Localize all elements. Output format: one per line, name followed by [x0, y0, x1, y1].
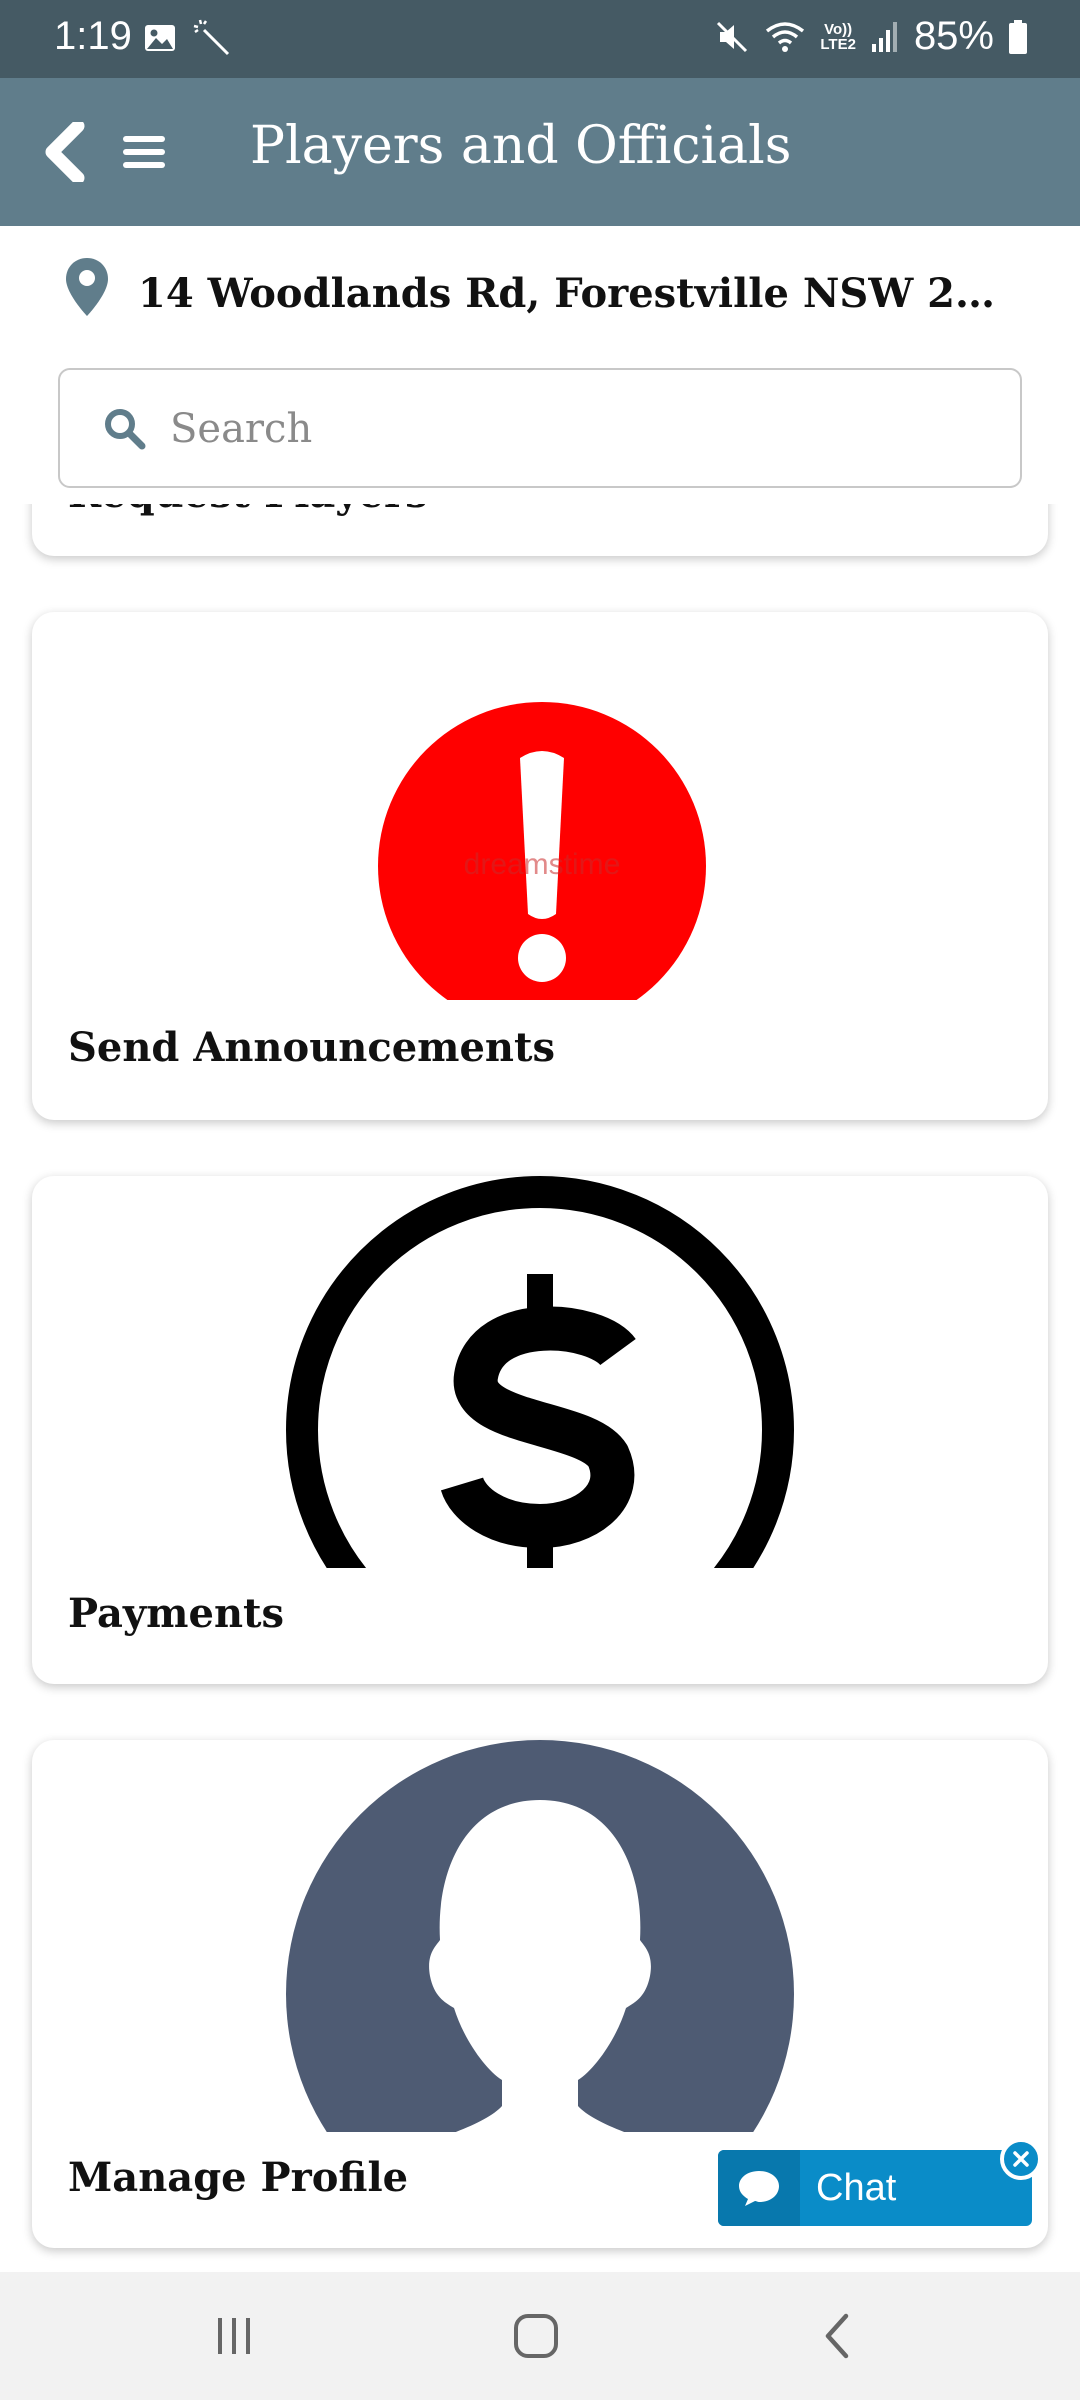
home-button[interactable] — [496, 2306, 576, 2366]
volte-label: Vo)) — [824, 20, 853, 38]
card-label: Payments — [68, 1590, 285, 1637]
status-right-icons: Vo)) LTE2 85% — [714, 14, 1028, 59]
card-request-players[interactable]: Request Players — [32, 504, 1048, 556]
volte-lte2-icon: Vo)) LTE2 — [820, 22, 856, 52]
watermark-text: dreamstime — [464, 848, 621, 881]
chat-bubble-icon — [718, 2150, 800, 2226]
magic-wand-icon — [192, 18, 232, 58]
hamburger-menu-icon — [123, 136, 165, 168]
mute-icon — [714, 19, 750, 55]
location-row[interactable]: 14 Woodlands Rd, Forestville NSW 2087, A… — [0, 226, 1080, 346]
card-list[interactable]: Request Players dreamstime Send Announce… — [0, 504, 1080, 2272]
card-image-announcements: dreamstime — [372, 696, 712, 1000]
system-nav-bar — [0, 2272, 1080, 2400]
gallery-icon — [142, 18, 178, 58]
close-icon — [1013, 2151, 1029, 2167]
card-image-payments — [286, 1176, 794, 1568]
page-title: Players and Officials — [250, 116, 792, 176]
map-pin-icon — [64, 256, 110, 322]
chat-button[interactable]: Chat — [718, 2150, 1032, 2226]
app-bar: Players and Officials — [0, 78, 1080, 226]
recent-apps-icon — [218, 2318, 250, 2354]
card-image-profile — [286, 1740, 794, 2132]
home-icon — [514, 2314, 558, 2358]
search-icon — [102, 406, 146, 454]
chat-label: Chat — [816, 2166, 897, 2209]
chat-close-button[interactable] — [1000, 2138, 1042, 2180]
back-button[interactable] — [36, 120, 96, 184]
search-box[interactable] — [58, 368, 1022, 488]
location-address: 14 Woodlands Rd, Forestville NSW 2087, A… — [138, 270, 1018, 317]
chevron-left-icon — [45, 122, 85, 182]
card-label: Request Players — [68, 504, 428, 517]
dollar-circle-icon — [286, 1176, 794, 1568]
back-icon — [825, 2313, 849, 2359]
wifi-icon — [764, 19, 806, 55]
recent-apps-button[interactable] — [194, 2306, 274, 2366]
card-send-announcements[interactable]: dreamstime Send Announcements — [32, 612, 1048, 1120]
card-label: Manage Profile — [68, 2154, 409, 2201]
exclamation-alert-icon: dreamstime — [376, 700, 708, 1000]
status-left-icons — [142, 18, 232, 58]
battery-percent: 85% — [913, 14, 994, 58]
status-time: 1:19 — [54, 14, 132, 58]
card-payments[interactable]: Payments — [32, 1176, 1048, 1684]
battery-icon — [1008, 19, 1028, 55]
lte-label: LTE2 — [820, 35, 856, 53]
back-nav-button[interactable] — [798, 2306, 878, 2366]
signal-icon — [870, 20, 900, 54]
card-label: Send Announcements — [68, 1024, 556, 1071]
menu-button[interactable] — [116, 126, 172, 178]
user-avatar-icon — [286, 1740, 794, 2132]
search-input[interactable] — [170, 392, 990, 466]
status-bar: 1:19 Vo)) LTE2 85% — [0, 0, 1080, 78]
